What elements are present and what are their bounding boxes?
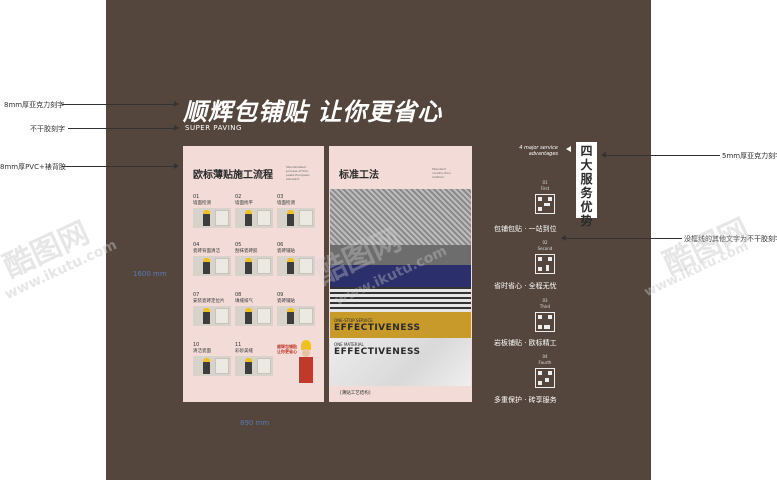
step-label: 安装瓷砖定位片 bbox=[193, 299, 225, 304]
step-item: 09 瓷砖铺贴 bbox=[277, 292, 315, 326]
step-item: 07 安装瓷砖定位片 bbox=[193, 292, 231, 326]
main-title: 顺辉包铺贴 让你更省心 bbox=[183, 98, 443, 126]
method-panel-footer: [薄贴工艺结构] bbox=[340, 391, 371, 396]
service-num: 04 bbox=[542, 354, 548, 359]
services-title-box: 四大服务优势 bbox=[576, 142, 597, 228]
arrow-line bbox=[68, 128, 174, 129]
step-item: 05 刮抹瓷砖胶 bbox=[235, 242, 273, 276]
services-en-tag: 4 major service advantages bbox=[519, 145, 558, 157]
qr-icon bbox=[535, 368, 555, 388]
step-item: 08 填缝排气 bbox=[235, 292, 273, 326]
step-label: 彩砂美缝 bbox=[235, 349, 253, 354]
step-label: 瓷砖铺贴 bbox=[277, 299, 295, 304]
step-photo bbox=[193, 356, 231, 376]
step-photo bbox=[277, 208, 315, 228]
step-photo bbox=[277, 306, 315, 326]
band-1-big: EFFECTIVENESS bbox=[334, 323, 421, 333]
step-label: 墙面检测 bbox=[277, 201, 295, 206]
annotation-sticker: 不干胶刻字 bbox=[30, 125, 65, 133]
arrow-head bbox=[174, 163, 179, 169]
arrow-line bbox=[606, 155, 720, 156]
step-item: 04 瓷砖背面清洁 bbox=[193, 242, 231, 276]
step-photo bbox=[235, 256, 273, 276]
service-label: 省时省心 · 全程无忧 bbox=[494, 282, 557, 290]
arrow-head bbox=[174, 125, 179, 131]
step-photo bbox=[235, 306, 273, 326]
step-photo bbox=[193, 306, 231, 326]
worker-body bbox=[299, 357, 313, 383]
dimension-height: 1600 mm bbox=[133, 270, 167, 278]
qr-icon bbox=[535, 312, 555, 332]
pointer-icon bbox=[566, 146, 571, 152]
arrow-head bbox=[601, 152, 606, 158]
step-label: 清洁瓷面 bbox=[193, 349, 211, 354]
gold-layer: ONE-STOP SERVICE EFFECTIVENESS bbox=[330, 312, 471, 338]
promo-cell: 顺辉包铺贴 让你更省心 bbox=[277, 340, 317, 390]
service-label: 多重保护 · 砖享服务 bbox=[494, 396, 557, 404]
service-num: 03 bbox=[542, 298, 548, 303]
step-item: 11 彩砂美缝 bbox=[235, 342, 273, 376]
band-2-big: EFFECTIVENESS bbox=[334, 347, 421, 357]
service-label: 岩板铺贴 · 欧标精工 bbox=[494, 339, 557, 347]
step-photo bbox=[193, 256, 231, 276]
arrow-line bbox=[62, 166, 174, 167]
arrow-line bbox=[62, 104, 174, 105]
marble-layer: ONE MATERIAL EFFECTIVENESS bbox=[330, 338, 471, 386]
service-label: 包铺包贴 · 一站到位 bbox=[494, 225, 557, 233]
step-photo bbox=[235, 356, 273, 376]
services-vertical-title: 四大服务优势 bbox=[580, 144, 593, 228]
worker-face bbox=[302, 349, 310, 357]
qr-icon bbox=[535, 254, 555, 274]
annotation-acrylic-5mm: 5mm厚亚克力刻字 bbox=[722, 152, 777, 160]
service-ordinal: Third bbox=[539, 304, 551, 309]
process-panel: 欧标薄贴施工流程 Standardized process of thin-pa… bbox=[183, 146, 324, 402]
canvas: 8mm厚亚克力刻字 不干胶刻字 8mm厚PVC+裱背胶 5mm厚亚克力刻字 没框… bbox=[0, 0, 777, 480]
method-panel-title: 标准工法 bbox=[339, 170, 379, 181]
annotation-acrylic-8mm: 8mm厚亚克力刻字 bbox=[4, 101, 65, 109]
service-ordinal: Second bbox=[537, 246, 553, 251]
step-item: 03 墙面检测 bbox=[277, 194, 315, 228]
service-ordinal: First bbox=[540, 186, 550, 191]
service-num: 01 bbox=[542, 180, 548, 185]
step-photo bbox=[235, 208, 273, 228]
arrow-head bbox=[561, 235, 566, 241]
promo-text: 顺辉包铺贴 让你更省心 bbox=[277, 344, 297, 354]
step-label: 瓷砖背面清洁 bbox=[193, 249, 220, 254]
step-item: 01 墙面检测 bbox=[193, 194, 231, 228]
qr-icon bbox=[535, 194, 555, 214]
service-num: 02 bbox=[542, 240, 548, 245]
step-label: 墙面检测 bbox=[193, 201, 211, 206]
step-label: 墙面找平 bbox=[235, 201, 253, 206]
step-photo bbox=[193, 208, 231, 228]
process-panel-caption: Standardized process of thin-paste Europ… bbox=[286, 165, 310, 181]
step-item: 02 墙面找平 bbox=[235, 194, 273, 228]
main-subtitle: SUPER PAVING bbox=[185, 124, 242, 132]
step-item: 10 清洁瓷面 bbox=[193, 342, 231, 376]
arrow-head bbox=[174, 101, 179, 107]
annotation-pvc: 8mm厚PVC+裱背胶 bbox=[0, 163, 66, 171]
step-label: 填缝排气 bbox=[235, 299, 253, 304]
dimension-width: 890 mm bbox=[240, 419, 270, 427]
process-panel-title: 欧标薄贴施工流程 bbox=[193, 170, 273, 181]
service-ordinal: Fourth bbox=[538, 360, 552, 365]
step-label: 刮抹瓷砖胶 bbox=[235, 249, 258, 254]
method-panel-caption: Standard construction method bbox=[432, 167, 451, 179]
